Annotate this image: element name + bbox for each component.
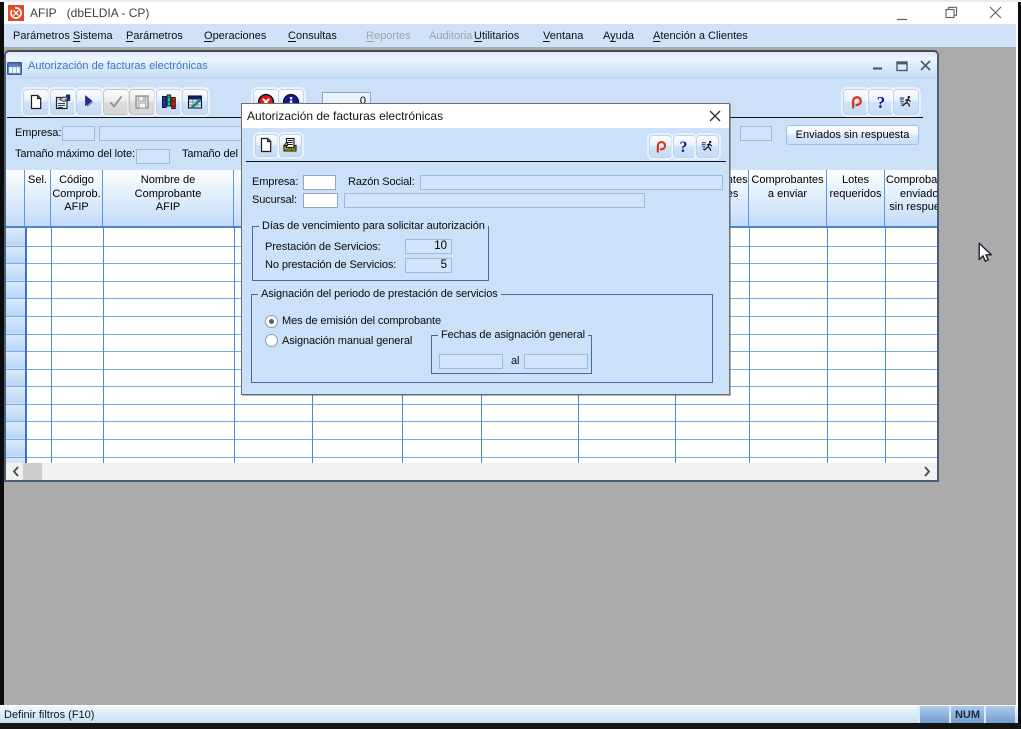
svg-text:?: ? (680, 139, 688, 154)
svg-text:?: ? (877, 94, 885, 110)
